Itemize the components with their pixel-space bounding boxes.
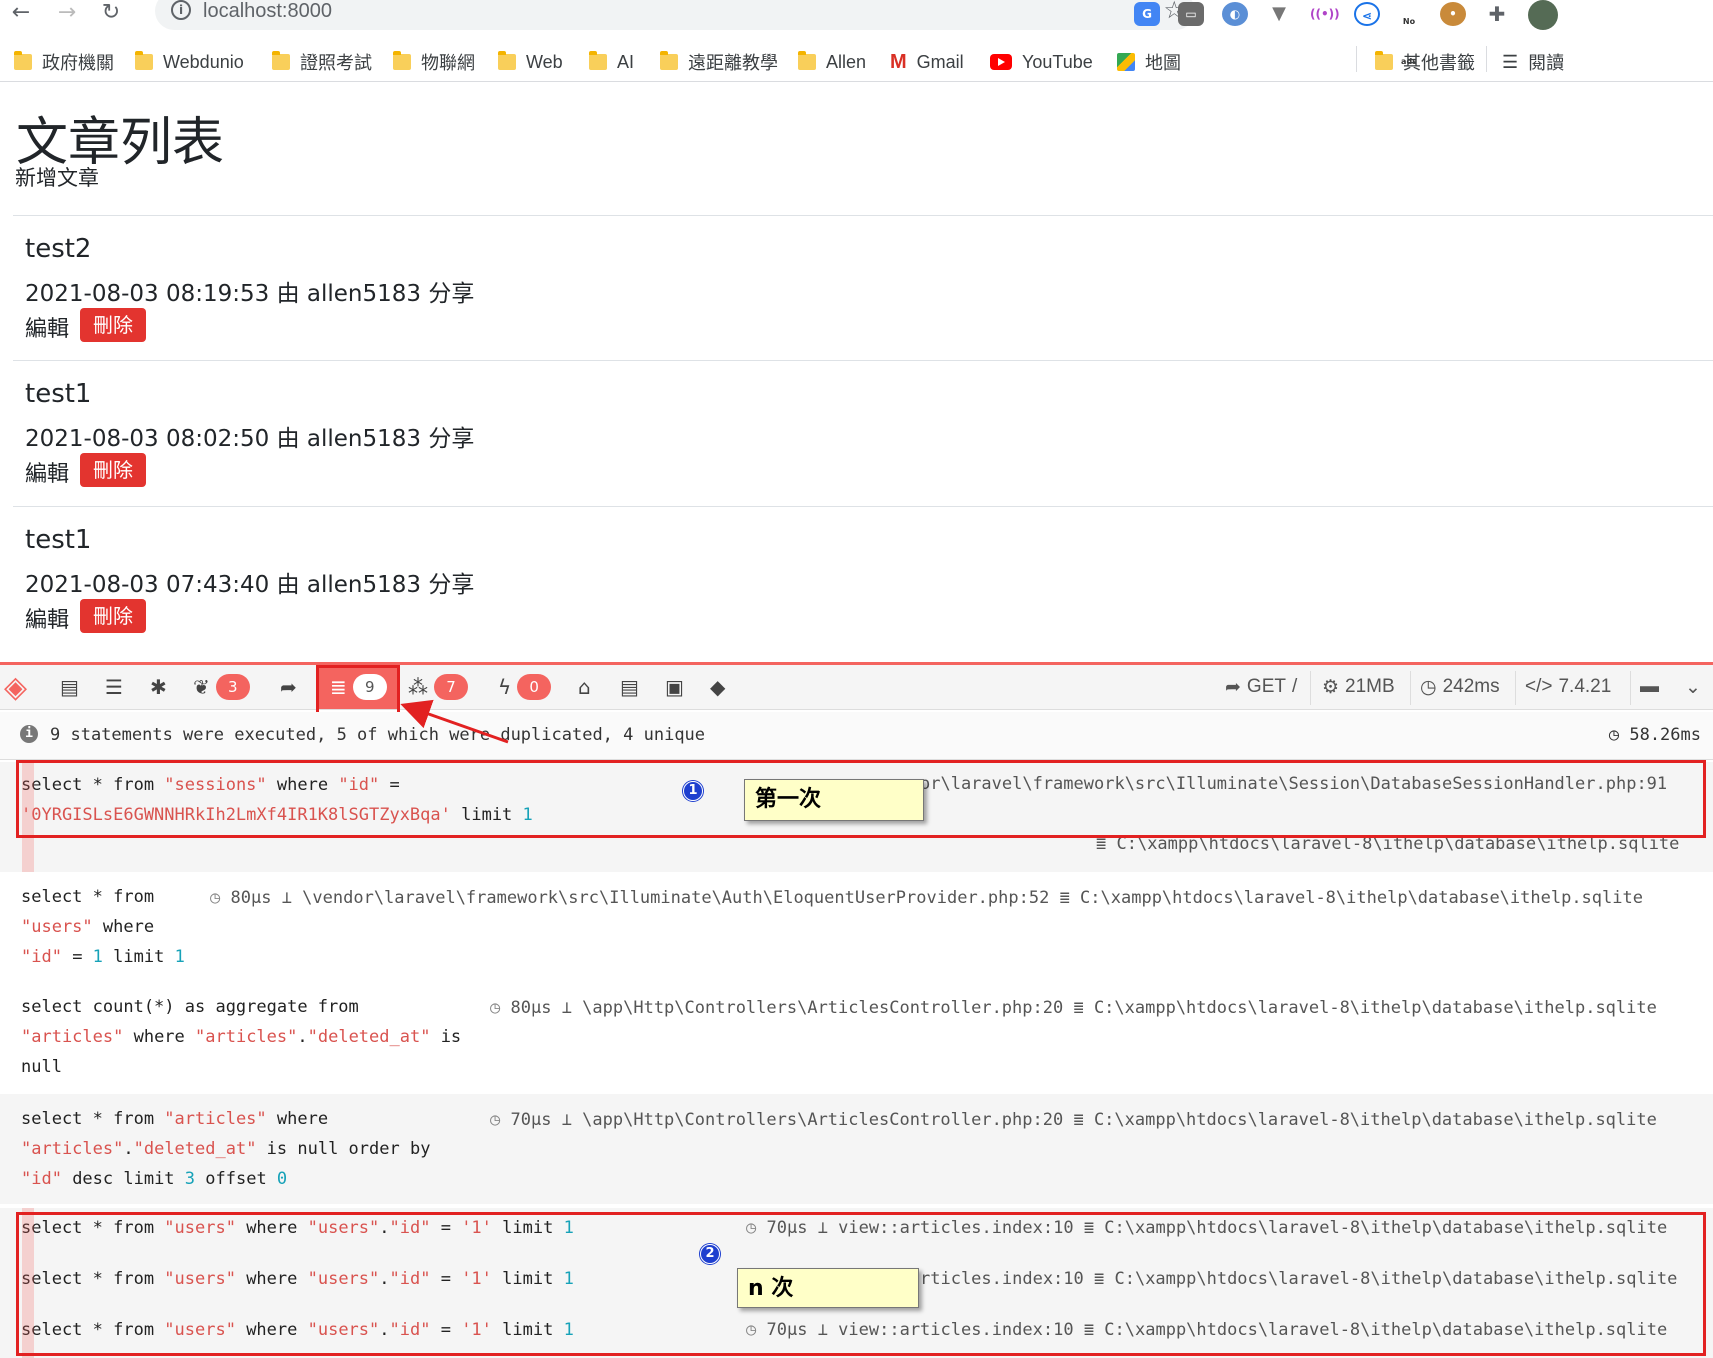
sql-text: select * from "users" where "id" = 1 lim… xyxy=(21,887,185,967)
query-statement[interactable]: select count(*) as aggregate from "artic… xyxy=(0,982,1713,1092)
annotation-number-1: 1 xyxy=(683,781,703,801)
callout-first: 第一次 xyxy=(744,779,924,821)
callout-n-times: n 次 xyxy=(737,1268,919,1308)
sql-text: select count(*) as aggregate from "artic… xyxy=(21,997,462,1077)
query-meta: ◷ 70μs ⊥ \app\Http\Controllers\ArticlesC… xyxy=(490,1110,1657,1130)
query-meta: ◷ 80μs ⊥ \vendor\laravel\framework\src\I… xyxy=(210,888,1643,908)
query-statement[interactable]: select * from "users" where "id" = 1 lim… xyxy=(0,872,1713,982)
sql-text: select * from "articles" where "articles… xyxy=(21,1109,431,1189)
query-statement[interactable]: select * from "articles" where "articles… xyxy=(0,1094,1713,1204)
query-meta: ◷ 80μs ⊥ \app\Http\Controllers\ArticlesC… xyxy=(490,998,1657,1018)
annotation-number-2: 2 xyxy=(700,1244,720,1264)
